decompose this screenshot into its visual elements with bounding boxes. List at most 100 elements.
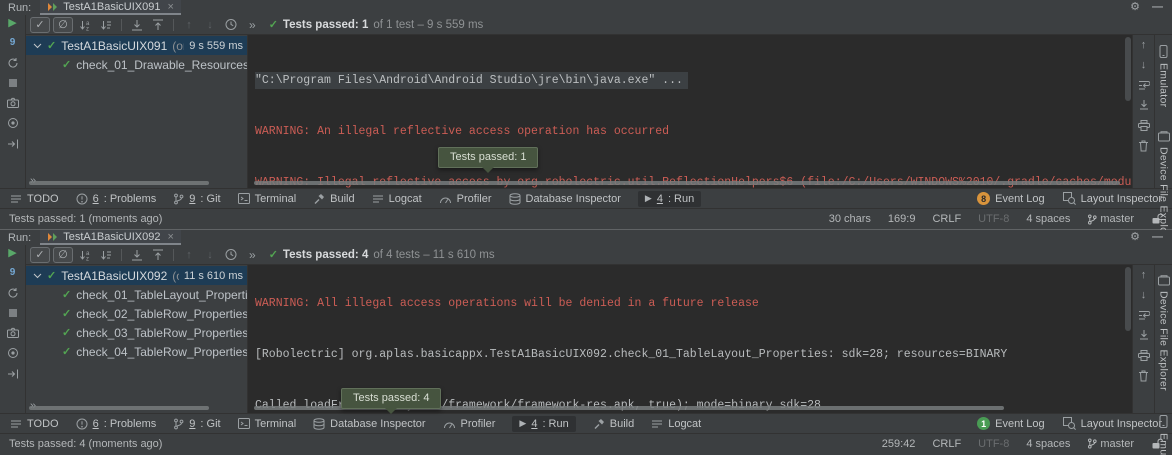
toolwindow-button-run[interactable]: ▶4: Run <box>638 191 701 207</box>
test-tree-row[interactable]: ✓ check_04_TableRow_Properties 278 ms <box>26 342 247 361</box>
git-branch-widget[interactable]: master <box>1087 438 1134 450</box>
line-ending-indicator[interactable]: CRLF <box>932 213 961 225</box>
up-stacktrace-icon[interactable]: ↑ <box>1141 40 1147 51</box>
toolwindow-button-todo[interactable]: TODO <box>10 418 59 430</box>
toolwindow-button-todo[interactable]: TODO <box>10 193 59 205</box>
down-stacktrace-icon[interactable]: ↓ <box>1141 290 1147 301</box>
layout-inspector-button[interactable]: Layout Inspector <box>1063 192 1162 205</box>
toolwindow-button-terminal[interactable]: Terminal <box>238 418 297 430</box>
toolwindow-button-emulator[interactable]: Emulator <box>1158 415 1170 455</box>
encoding-indicator[interactable]: UTF-8 <box>978 438 1009 450</box>
toolwindow-button-logcat[interactable]: Logcat <box>372 193 422 205</box>
show-passed-toggle[interactable]: ✓ <box>30 17 50 33</box>
sort-by-duration-icon[interactable] <box>97 17 115 33</box>
stop-icon[interactable] <box>8 78 18 88</box>
soft-wrap-icon[interactable] <box>1138 80 1150 90</box>
rerun-tests-icon[interactable]: ▶ <box>8 248 16 259</box>
test-tree-row[interactable]: ✓ check_01_Drawable_Resources 9 s 559 ms <box>26 55 247 74</box>
toolwindow-button-database-inspector[interactable]: Database Inspector <box>313 418 425 430</box>
import-test-results-icon[interactable] <box>7 368 19 380</box>
run-with-coverage-icon[interactable]: 9 <box>10 268 16 278</box>
test-tree-row[interactable]: ✓ check_02_TableRow_Properties 344 ms <box>26 304 247 323</box>
toolwindow-button-run[interactable]: ▶4: Run <box>512 416 575 432</box>
scroll-to-end-icon[interactable] <box>1138 99 1150 111</box>
toolwindow-button-database-inspector[interactable]: Database Inspector <box>509 193 621 205</box>
toolwindow-button-git[interactable]: 9: Git <box>173 418 220 430</box>
show-ignored-toggle[interactable]: ∅ <box>53 247 73 263</box>
toolwindow-button-profiler[interactable]: Profiler <box>439 193 492 205</box>
more-actions-chevron-icon[interactable]: » <box>249 248 256 262</box>
settings-gear-icon[interactable]: ⚙ <box>1130 2 1140 13</box>
previous-failed-test-icon[interactable]: ↑ <box>180 17 198 33</box>
next-failed-test-icon[interactable]: ↓ <box>201 247 219 263</box>
expand-all-icon[interactable] <box>128 247 146 263</box>
down-stacktrace-icon[interactable]: ↓ <box>1141 60 1147 71</box>
indent-indicator[interactable]: 4 spaces <box>1026 213 1070 225</box>
sort-by-duration-icon[interactable] <box>97 247 115 263</box>
test-tree-root-row[interactable]: ✓ TestA1BasicUIX091 (org.aplas.basicappx… <box>26 36 247 55</box>
test-tree-root-row[interactable]: ✓ TestA1BasicUIX092 (org.aplas.basicappx… <box>26 266 247 285</box>
console-line[interactable]: "C:\Program Files\Android\Android Studio… <box>255 72 688 89</box>
show-passed-toggle[interactable]: ✓ <box>30 247 50 263</box>
caret-position[interactable]: 169:9 <box>888 213 916 225</box>
collapse-all-icon[interactable] <box>149 247 167 263</box>
expand-all-icon[interactable] <box>128 17 146 33</box>
toolwindow-button-terminal[interactable]: Terminal <box>238 193 297 205</box>
console-vscrollbar[interactable] <box>1125 267 1131 331</box>
next-failed-test-icon[interactable]: ↓ <box>201 17 219 33</box>
event-log-button[interactable]: 1Event Log <box>977 417 1045 430</box>
tree-hscrollbar[interactable] <box>29 181 209 185</box>
tree-hscrollbar[interactable] <box>29 406 209 410</box>
toolwindow-button-build[interactable]: Build <box>593 418 634 430</box>
status-message[interactable]: Tests passed: 1 (moments ago) <box>9 213 162 225</box>
test-tree-row[interactable]: ✓ check_03_TableRow_Properties 344 ms <box>26 323 247 342</box>
tab-close-icon[interactable]: × <box>167 231 173 243</box>
stop-icon[interactable] <box>8 308 18 318</box>
test-tree-row[interactable]: ✓ check_01_TableLayout_Properties 10 s 6… <box>26 285 247 304</box>
run-tab[interactable]: TestA1BasicUIX092 × <box>40 230 181 245</box>
screenshot-icon[interactable] <box>7 97 19 108</box>
git-branch-widget[interactable]: master <box>1087 213 1134 225</box>
toolwindow-button-problems[interactable]: 6: Problems <box>76 193 157 205</box>
screen-record-icon[interactable] <box>7 347 19 359</box>
minimize-icon[interactable]: — <box>1152 2 1163 13</box>
sort-alphabetically-icon[interactable]: az <box>76 17 94 33</box>
line-ending-indicator[interactable]: CRLF <box>932 438 961 450</box>
chevron-down-icon[interactable] <box>33 273 42 279</box>
toolwindow-button-device-file-explorer[interactable]: Device File Explorer <box>1158 275 1170 391</box>
tab-close-icon[interactable]: × <box>167 1 173 13</box>
toolwindow-button-profiler[interactable]: Profiler <box>443 418 496 430</box>
more-actions-chevron-icon[interactable]: » <box>249 18 256 32</box>
test-history-icon[interactable] <box>222 17 240 33</box>
rerun-icon[interactable] <box>7 57 19 69</box>
run-with-coverage-icon[interactable]: 9 <box>10 38 16 48</box>
screenshot-icon[interactable] <box>7 327 19 338</box>
test-history-icon[interactable] <box>222 247 240 263</box>
toolwindow-button-build[interactable]: Build <box>313 193 354 205</box>
rerun-icon[interactable] <box>7 287 19 299</box>
previous-failed-test-icon[interactable]: ↑ <box>180 247 198 263</box>
sort-alphabetically-icon[interactable]: az <box>76 247 94 263</box>
status-message[interactable]: Tests passed: 4 (moments ago) <box>9 438 162 450</box>
screen-record-icon[interactable] <box>7 117 19 129</box>
event-log-button[interactable]: 8Event Log <box>977 192 1045 205</box>
toolwindow-button-logcat[interactable]: Logcat <box>651 418 701 430</box>
rerun-tests-icon[interactable]: ▶ <box>8 18 16 29</box>
toolwindow-button-problems[interactable]: 6: Problems <box>76 418 157 430</box>
up-stacktrace-icon[interactable]: ↑ <box>1141 270 1147 281</box>
scroll-to-end-icon[interactable] <box>1138 329 1150 341</box>
soft-wrap-icon[interactable] <box>1138 310 1150 320</box>
minimize-icon[interactable]: — <box>1152 232 1163 243</box>
run-tab[interactable]: TestA1BasicUIX091 × <box>40 0 181 15</box>
encoding-indicator[interactable]: UTF-8 <box>978 213 1009 225</box>
toolwindow-button-git[interactable]: 9: Git <box>173 193 220 205</box>
show-ignored-toggle[interactable]: ∅ <box>53 17 73 33</box>
settings-gear-icon[interactable]: ⚙ <box>1130 232 1140 243</box>
clear-console-trash-icon[interactable] <box>1138 140 1149 152</box>
collapse-all-icon[interactable] <box>149 17 167 33</box>
print-icon[interactable] <box>1138 120 1150 131</box>
console-hscrollbar[interactable] <box>254 181 1120 185</box>
console-vscrollbar[interactable] <box>1125 37 1131 101</box>
toolwindow-button-emulator[interactable]: Emulator <box>1158 45 1170 107</box>
clear-console-trash-icon[interactable] <box>1138 370 1149 382</box>
